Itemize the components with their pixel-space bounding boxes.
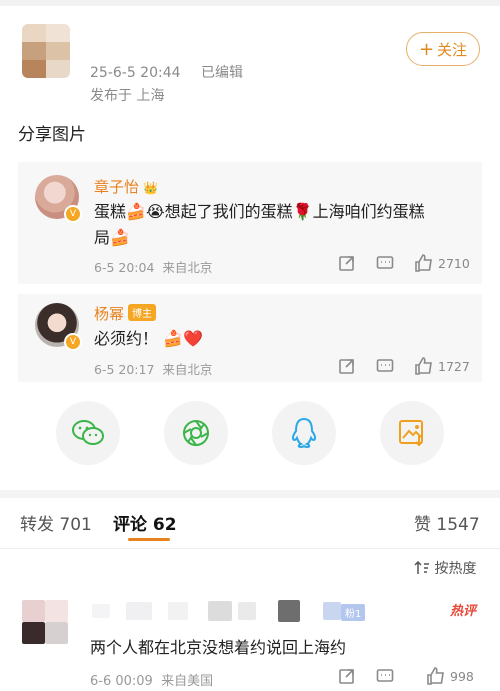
like-count: 998 <box>450 668 474 684</box>
top-divider <box>0 0 500 6</box>
rose-emoji: 🌹 <box>292 202 313 221</box>
tab-label: 评论 <box>113 515 147 535</box>
post-location: 发布于 上海 <box>90 88 165 104</box>
text-segment: 必须约！ <box>94 329 159 348</box>
tab-repost[interactable]: 转发 701 <box>20 510 92 535</box>
share-icon[interactable] <box>338 667 356 685</box>
active-tab-indicator <box>128 538 170 541</box>
save-image-icon <box>399 420 423 447</box>
heart-emoji: ❤️ <box>183 329 203 348</box>
section-divider <box>0 490 500 498</box>
repost-text: 蛋糕🍰😭想起了我们的蛋糕🌹上海咱们约蛋糕 局🍰 <box>94 199 464 251</box>
author-name: 章子怡 <box>94 178 140 196</box>
like-count: 1727 <box>438 358 470 374</box>
wechat-icon <box>72 420 104 445</box>
post-timestamp: 25-6-5 20:44 <box>90 65 181 81</box>
post-meta: 25-6-5 20:44 已编辑 <box>90 62 259 82</box>
comment-icon[interactable] <box>376 667 394 685</box>
tab-count: 1547 <box>436 515 480 535</box>
author-avatar[interactable] <box>22 24 70 78</box>
cry-emoji: 😭 <box>145 202 165 221</box>
thumb-up-icon <box>427 667 444 685</box>
moments-icon <box>183 420 209 446</box>
cake-emoji: 🍰 <box>126 202 146 221</box>
text-segment: 局 <box>94 228 111 247</box>
cake-emoji: 🍰 <box>163 329 184 348</box>
like-button[interactable]: 1727 <box>414 356 470 376</box>
share-moments-button[interactable] <box>164 401 228 465</box>
plus-icon: + <box>418 38 435 60</box>
comment-icon[interactable] <box>376 254 394 272</box>
follow-label: 关注 <box>437 40 468 59</box>
tab-label: 转发 <box>20 515 54 535</box>
avatar[interactable] <box>22 600 68 644</box>
fan-badge: 粉1 <box>341 604 366 621</box>
repost-time: 6-5 20:17 <box>94 362 155 377</box>
author-name: 杨幂 <box>94 305 125 323</box>
comment-time: 6-6 00:09 <box>90 674 153 689</box>
cake-emoji: 🍰 <box>110 228 130 247</box>
edited-label: 已编辑 <box>200 65 243 81</box>
repost-meta: 6-5 20:04 来自北京 <box>94 257 212 276</box>
comment-meta: 6-6 00:09 来自美国 <box>90 670 213 689</box>
repost-card[interactable] <box>18 294 482 382</box>
sort-label: 按热度 <box>434 561 477 577</box>
thumb-up-icon <box>415 357 432 375</box>
verified-badge-icon: V <box>64 333 82 351</box>
post-content: 分享图片 <box>18 125 86 145</box>
share-icon[interactable] <box>338 254 356 272</box>
tab-label: 赞 <box>414 515 431 535</box>
repost-author[interactable]: 章子怡 👑 <box>94 176 158 197</box>
follow-button[interactable]: + 关注 <box>406 32 480 66</box>
tab-divider <box>0 548 500 549</box>
like-count: 2710 <box>438 255 470 271</box>
comment-text: 两个人都在北京没想着约说回上海约 <box>90 638 347 657</box>
repost-text: 必须约！ 🍰❤️ <box>94 326 203 352</box>
tab-comment[interactable]: 评论 62 <box>113 510 177 535</box>
blurred-username <box>278 600 300 622</box>
tab-count: 62 <box>152 515 177 535</box>
hot-comment-label: 热评 <box>450 604 477 619</box>
text-segment: 上海咱们约蛋糕 <box>312 202 425 221</box>
comment-icon[interactable] <box>376 357 394 375</box>
like-button[interactable]: 998 <box>426 666 474 686</box>
blurred-username <box>208 601 232 621</box>
sort-icon <box>414 560 429 574</box>
blurred-username <box>92 604 110 618</box>
sort-by-hot-button[interactable]: 按热度 <box>414 558 476 578</box>
blurred-username <box>238 602 256 620</box>
blurred-username <box>323 602 341 620</box>
thumb-up-icon <box>415 254 432 272</box>
save-image-button[interactable] <box>380 401 444 465</box>
repost-time: 6-5 20:04 <box>94 260 155 275</box>
blurred-username <box>126 602 152 620</box>
qq-icon <box>291 417 317 449</box>
crown-icon: 👑 <box>143 181 158 195</box>
blurred-username <box>168 602 188 620</box>
repost-meta: 6-5 20:17 来自北京 <box>94 359 212 378</box>
repost-from: 来自北京 <box>162 362 213 377</box>
text-segment: 蛋糕 <box>94 202 127 221</box>
share-wechat-button[interactable] <box>56 401 120 465</box>
tab-like[interactable]: 赞 1547 <box>414 510 480 535</box>
like-button[interactable]: 2710 <box>414 253 470 273</box>
text-segment: 想起了我们的蛋糕 <box>164 202 293 221</box>
tab-count: 701 <box>59 515 92 535</box>
repost-author[interactable]: 杨幂 博主 <box>94 303 157 324</box>
verified-badge-icon: V <box>64 205 82 223</box>
share-icon[interactable] <box>338 357 356 375</box>
comment-from: 来自美国 <box>161 674 214 689</box>
repost-from: 来自北京 <box>162 260 213 275</box>
author-tag: 博主 <box>128 304 157 321</box>
share-qq-button[interactable] <box>272 401 336 465</box>
